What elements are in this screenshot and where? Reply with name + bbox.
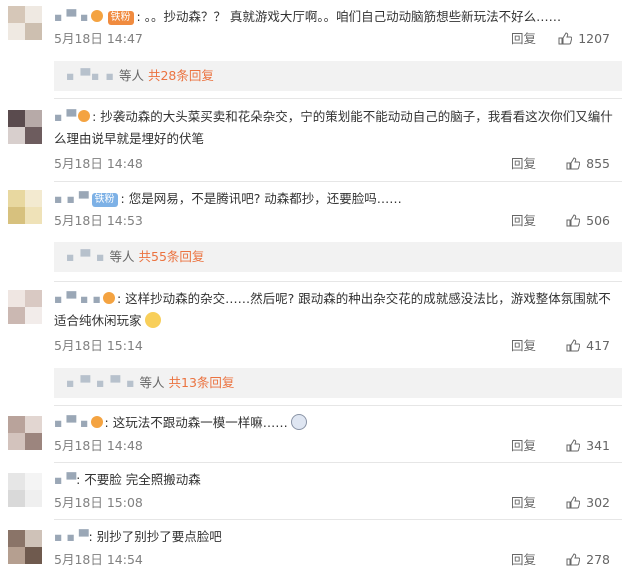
thumbs-up-icon bbox=[566, 553, 581, 566]
sub-reply-suffix: 等人 bbox=[109, 249, 135, 264]
avatar[interactable] bbox=[8, 473, 42, 507]
comment-body: ▪ ▀ ▪ ▪: 这样抄动森的杂交……然后呢? 跟动森的种出杂交花的成就感没法比… bbox=[54, 291, 611, 328]
like-count: 302 bbox=[586, 495, 610, 510]
comment-text: 不要脸 完全照搬动森 bbox=[84, 472, 201, 487]
comment-meta: 5月18日 14:53 回复 506 bbox=[54, 211, 620, 231]
comment-text: 别抄了别抄了要点脸吧 bbox=[96, 529, 222, 544]
reply-button[interactable]: 回复 bbox=[511, 211, 536, 231]
avatar[interactable] bbox=[8, 190, 42, 224]
like-button[interactable]: 278 bbox=[566, 550, 610, 570]
comment-meta: 5月18日 14:47 回复 1207 bbox=[54, 29, 620, 49]
like-count: 278 bbox=[586, 552, 610, 567]
fan-badge: 铁粉 bbox=[91, 193, 118, 207]
comment-meta: 5月18日 14:48 回复 341 bbox=[54, 436, 620, 456]
like-count: 1207 bbox=[578, 31, 610, 46]
like-count: 506 bbox=[586, 213, 610, 228]
timestamp: 5月18日 14:47 bbox=[54, 31, 143, 46]
comment: ▪ ▀ ▪ 铁粉: 。。抄动森？？ 真就游戏大厅啊。。咱们自己动动脑筋想些新玩法不… bbox=[0, 0, 630, 100]
comment: ▪ ▀ ▪: 这玩法不跟动森一模一样嘛…… 5月18日 14:48 回复 341 bbox=[0, 406, 630, 462]
sub-replies[interactable]: ▪ ▀▪ ▪ 等人 共28条回复 bbox=[54, 61, 622, 91]
timestamp: 5月18日 14:54 bbox=[54, 552, 143, 567]
sub-reply-count[interactable]: 共28条回复 bbox=[148, 68, 214, 83]
reply-button[interactable]: 回复 bbox=[511, 29, 536, 49]
comment-body: ▪ ▀ ▪: 这玩法不跟动森一模一样嘛…… bbox=[54, 412, 620, 434]
comment-text: 您是网易，不是腾讯吧? 动森都抄，还要脸吗…… bbox=[128, 191, 402, 206]
like-count: 341 bbox=[586, 438, 610, 453]
comment-body: ▪ ▀: 抄袭动森的大头菜买卖和花朵杂交，宁的策划能不能动动自己的脑子，我看看这… bbox=[54, 109, 613, 146]
fan-badge: 铁粉 bbox=[107, 11, 134, 25]
username[interactable]: ▪ ▀ ▪ ▪ bbox=[54, 291, 101, 306]
like-button[interactable]: 417 bbox=[566, 336, 610, 356]
username[interactable]: ▪ ▪ ▀ bbox=[54, 191, 89, 206]
avatar[interactable] bbox=[8, 110, 42, 144]
comment: ▪ ▪ ▀: 别抄了别抄了要点脸吧 5月18日 14:54 回复 278 bbox=[0, 520, 630, 575]
reply-button[interactable]: 回复 bbox=[511, 154, 536, 174]
comment: ▪ ▀: 不要脸 完全照搬动森 5月18日 15:08 回复 302 bbox=[0, 463, 630, 519]
like-button[interactable]: 1207 bbox=[558, 29, 610, 49]
username[interactable]: ▪ ▀ ▪ bbox=[54, 9, 89, 24]
username[interactable]: ▪ ▀ bbox=[54, 109, 76, 124]
comment-text: 这样抄动森的杂交……然后呢? 跟动森的种出杂交花的成就感没法比，游戏整体氛围就不… bbox=[54, 291, 611, 328]
comment-body: ▪ ▀: 不要脸 完全照搬动森 bbox=[54, 472, 201, 487]
comment-body: ▪ ▪ ▀ 铁粉: 您是网易，不是腾讯吧? 动森都抄，还要脸吗…… bbox=[54, 191, 402, 207]
thumbs-up-icon bbox=[566, 439, 581, 452]
thumbs-up-icon bbox=[566, 157, 581, 170]
comment-body: ▪ ▀ ▪ 铁粉: 。。抄动森？？ 真就游戏大厅啊。。咱们自己动动脑筋想些新玩法不… bbox=[54, 9, 562, 25]
thumbs-up-icon bbox=[566, 496, 581, 509]
username[interactable]: ▪ ▀ bbox=[54, 472, 76, 487]
comment-text: 抄袭动森的大头菜买卖和花朵杂交，宁的策划能不能动动自己的脑子，我看看这次你们又编… bbox=[54, 109, 613, 146]
like-count: 855 bbox=[586, 156, 610, 171]
sub-reply-users: ▪ ▀▪ ▪ bbox=[66, 68, 115, 83]
avatar[interactable] bbox=[8, 416, 42, 450]
reply-button[interactable]: 回复 bbox=[511, 436, 536, 456]
reply-button[interactable]: 回复 bbox=[511, 336, 536, 356]
like-button[interactable]: 302 bbox=[566, 493, 610, 513]
sub-reply-suffix: 等人 bbox=[118, 68, 144, 83]
comment-meta: 5月18日 15:08 回复 302 bbox=[54, 493, 620, 513]
comment-body: ▪ ▪ ▀: 别抄了别抄了要点脸吧 bbox=[54, 529, 222, 544]
emoji-icon bbox=[290, 414, 307, 430]
thumbs-up-icon bbox=[566, 339, 581, 352]
vip-icon bbox=[102, 292, 115, 304]
emoji-icon bbox=[144, 312, 161, 328]
sub-replies[interactable]: ▪ ▀ ▪ 等人 共55条回复 bbox=[54, 242, 622, 272]
reply-button[interactable]: 回复 bbox=[511, 493, 536, 513]
comment-meta: 5月18日 15:14 回复 417 bbox=[54, 336, 620, 356]
like-button[interactable]: 341 bbox=[566, 436, 610, 456]
thumbs-up-icon bbox=[558, 32, 573, 45]
avatar[interactable] bbox=[8, 530, 42, 564]
avatar[interactable] bbox=[8, 6, 42, 40]
vip-icon bbox=[90, 416, 103, 428]
sub-reply-suffix: 等人 bbox=[139, 375, 165, 390]
sub-reply-users: ▪ ▀ ▪ bbox=[66, 249, 106, 264]
like-button[interactable]: 855 bbox=[566, 154, 610, 174]
sub-reply-count[interactable]: 共13条回复 bbox=[169, 375, 235, 390]
sub-replies[interactable]: ▪ ▀ ▪ ▀ ▪ 等人 共13条回复 bbox=[54, 368, 622, 398]
username[interactable]: ▪ ▪ ▀ bbox=[54, 529, 89, 544]
vip-icon bbox=[90, 10, 103, 22]
divider bbox=[54, 98, 622, 99]
comment: ▪ ▀ ▪ ▪: 这样抄动森的杂交……然后呢? 跟动森的种出杂交花的成就感没法比… bbox=[0, 282, 630, 402]
reply-button[interactable]: 回复 bbox=[511, 550, 536, 570]
username[interactable]: ▪ ▀ ▪ bbox=[54, 415, 89, 430]
vip-icon bbox=[78, 110, 91, 122]
timestamp: 5月18日 14:48 bbox=[54, 438, 143, 453]
thumbs-up-icon bbox=[566, 214, 581, 227]
timestamp: 5月18日 15:14 bbox=[54, 338, 143, 353]
comment-meta: 5月18日 14:48 回复 855 bbox=[54, 154, 620, 174]
timestamp: 5月18日 14:48 bbox=[54, 156, 143, 171]
sub-reply-count[interactable]: 共55条回复 bbox=[139, 249, 205, 264]
like-count: 417 bbox=[586, 338, 610, 353]
comment-text: 这玩法不跟动森一模一样嘛…… bbox=[112, 415, 288, 430]
timestamp: 5月18日 14:53 bbox=[54, 213, 143, 228]
avatar[interactable] bbox=[8, 290, 42, 324]
like-button[interactable]: 506 bbox=[566, 211, 610, 231]
timestamp: 5月18日 15:08 bbox=[54, 495, 143, 510]
sub-reply-users: ▪ ▀ ▪ ▀ ▪ bbox=[66, 375, 136, 390]
comment-meta: 5月18日 14:54 回复 278 bbox=[54, 550, 620, 570]
comment-text: 。。抄动森？？ 真就游戏大厅啊。。咱们自己动动脑筋想些新玩法不好么…… bbox=[144, 9, 562, 24]
comment: ▪ ▪ ▀ 铁粉: 您是网易，不是腾讯吧? 动森都抄，还要脸吗…… 5月18日 1… bbox=[0, 182, 630, 282]
comment: ▪ ▀: 抄袭动森的大头菜买卖和花朵杂交，宁的策划能不能动动自己的脑子，我看看这… bbox=[0, 100, 630, 182]
